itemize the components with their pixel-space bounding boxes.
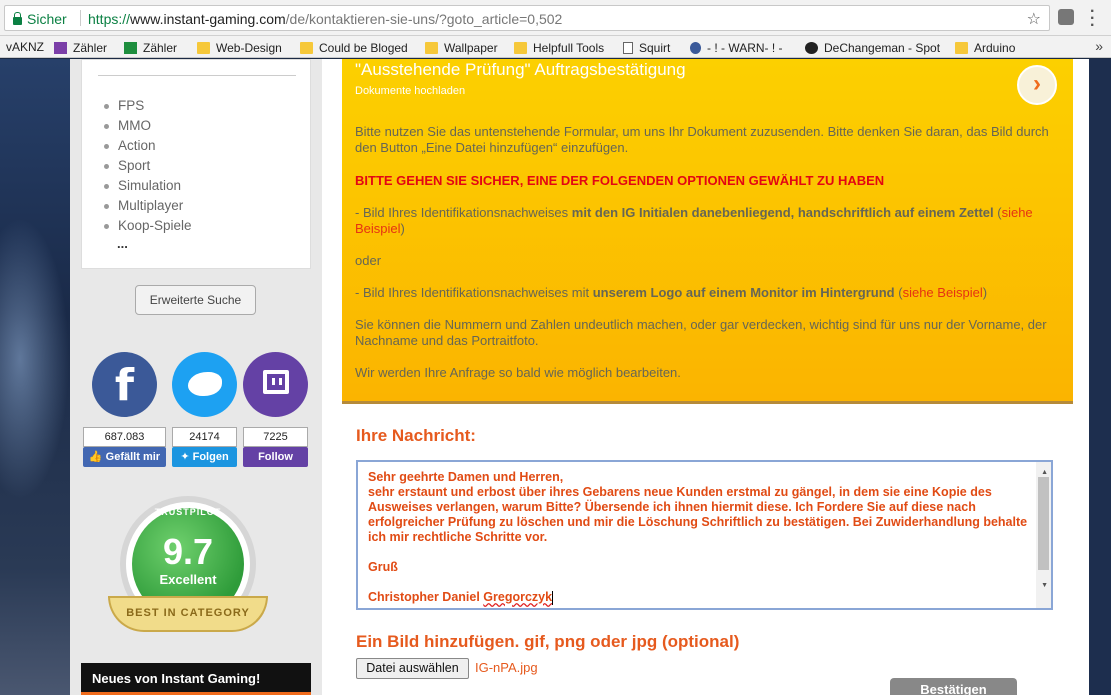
or-text: oder bbox=[355, 253, 382, 268]
sheet-icon bbox=[54, 42, 67, 54]
bookmark-zaehler-1[interactable]: Zähler bbox=[54, 40, 107, 55]
sidebar: FPS MMO Action Sport Simulation Multipla… bbox=[70, 59, 322, 695]
category-item[interactable]: MMO bbox=[104, 116, 192, 136]
folder-icon bbox=[955, 42, 968, 54]
background-artwork-right bbox=[1089, 59, 1111, 695]
text-cursor bbox=[552, 590, 554, 605]
intro-text: Bitte nutzen Sie das untenstehende Formu… bbox=[355, 124, 1049, 155]
bookmark-web-design[interactable]: Web-Design bbox=[197, 40, 282, 55]
privacy-text: Sie können die Nummern und Zahlen undeut… bbox=[355, 317, 1047, 348]
bookmark-squirt[interactable]: Squirt bbox=[623, 40, 670, 55]
advanced-search-button[interactable]: Erweiterte Suche bbox=[135, 285, 256, 315]
thumbs-up-icon: 👍 bbox=[88, 451, 103, 463]
twitter-button[interactable] bbox=[172, 352, 237, 417]
scroll-down-icon[interactable]: ▼ bbox=[1041, 578, 1048, 593]
selected-file-name: IG-nPA.jpg bbox=[475, 660, 538, 675]
bookmark-warn[interactable]: - ! - WARN- ! - bbox=[690, 40, 783, 55]
choose-file-button[interactable]: Datei auswählen bbox=[356, 658, 469, 679]
facebook-icon: f bbox=[114, 360, 135, 411]
chevron-right-icon: › bbox=[1033, 70, 1041, 97]
image-upload-label: Ein Bild hinzufügen. gif, png oder jpg (… bbox=[356, 632, 740, 651]
category-list: FPS MMO Action Sport Simulation Multipla… bbox=[104, 96, 192, 236]
bookmark-helpfull-tools[interactable]: Helpfull Tools bbox=[514, 40, 604, 55]
extension-icon[interactable] bbox=[1058, 9, 1074, 25]
bookmark-wallpaper[interactable]: Wallpaper bbox=[425, 40, 498, 55]
twitch-button[interactable] bbox=[243, 352, 308, 417]
category-item[interactable]: Simulation bbox=[104, 176, 192, 196]
sheet-icon bbox=[124, 42, 137, 54]
folder-icon bbox=[514, 42, 527, 54]
info-panel: "Ausstehende Prüfung" Auftragsbestätigun… bbox=[342, 59, 1073, 404]
news-heading: Neues von Instant Gaming! bbox=[81, 663, 311, 695]
category-item[interactable]: Action bbox=[104, 136, 192, 156]
badge-icon bbox=[690, 42, 701, 54]
category-item[interactable]: FPS bbox=[104, 96, 192, 116]
trustpilot-badge[interactable]: TRUSTPILOT 9.7 Excellent BEST IN CATEGOR… bbox=[105, 496, 277, 636]
folder-icon bbox=[425, 42, 438, 54]
facebook-like-button[interactable]: 👍 Gefällt mir bbox=[83, 447, 166, 467]
trustpilot-label: TRUSTPILOT bbox=[154, 507, 222, 517]
facebook-button[interactable]: f bbox=[92, 352, 157, 417]
bookmark-dechangeman[interactable]: DeChangeman - Spot bbox=[805, 40, 940, 55]
twitch-count: 7225 bbox=[243, 427, 308, 447]
folder-icon bbox=[300, 42, 313, 54]
next-arrow-button[interactable]: › bbox=[1017, 65, 1057, 105]
option-2: - Bild Ihres Identifikationsnachweises m… bbox=[355, 285, 988, 300]
example-link-2[interactable]: siehe Beispiel bbox=[903, 285, 983, 300]
bookmark-could-be-bloged[interactable]: Could be Bloged bbox=[300, 40, 408, 55]
panel-subtitle: Dokumente hochladen bbox=[355, 85, 466, 97]
trustpilot-rating: Excellent bbox=[159, 572, 217, 587]
bird-icon: ✦ bbox=[180, 451, 190, 463]
spotify-icon bbox=[805, 42, 818, 54]
address-bar: Sicher https://www.instant-gaming.com/de… bbox=[0, 0, 1111, 36]
warning-text: BITTE GEHEN SIE SICHER, EINE DER FOLGEND… bbox=[355, 173, 885, 188]
menu-icon[interactable]: · · · bbox=[1090, 4, 1095, 34]
category-box: FPS MMO Action Sport Simulation Multipla… bbox=[81, 59, 311, 269]
bookmarks-bar: vAKNZ Zähler Zähler Web-Design Could be … bbox=[0, 36, 1111, 58]
category-item[interactable]: Sport bbox=[104, 156, 192, 176]
textarea-scrollbar[interactable]: ▲ ▼ bbox=[1036, 462, 1051, 608]
message-label: Ihre Nachricht: bbox=[356, 426, 476, 445]
twitch-follow-button[interactable]: Follow bbox=[243, 447, 308, 467]
page-icon bbox=[623, 42, 633, 54]
message-textarea[interactable]: Sehr geehrte Damen und Herren, sehr erst… bbox=[356, 460, 1053, 610]
twitter-follow-button[interactable]: ✦ Folgen bbox=[172, 447, 237, 467]
secure-indicator[interactable]: Sicher bbox=[13, 11, 67, 27]
panel-title: "Ausstehende Prüfung" Auftragsbestätigun… bbox=[355, 60, 686, 79]
option-1: - Bild Ihres Identifikationsnachweises m… bbox=[355, 205, 1033, 236]
submit-button[interactable]: Bestätigen bbox=[890, 678, 1017, 695]
twitch-icon bbox=[263, 370, 289, 394]
bookmark-arduino[interactable]: Arduino bbox=[955, 40, 1015, 55]
bookmark-zaehler-2[interactable]: Zähler bbox=[124, 40, 177, 55]
scroll-thumb[interactable] bbox=[1038, 477, 1049, 570]
url-text[interactable]: https://www.instant-gaming.com/de/kontak… bbox=[88, 11, 562, 27]
facebook-count: 687.083 bbox=[83, 427, 166, 447]
twitter-count: 24174 bbox=[172, 427, 237, 447]
closing-text: Wir werden Ihre Anfrage so bald wie mögl… bbox=[355, 365, 681, 380]
trustpilot-score: 9.7 bbox=[162, 531, 214, 572]
folder-icon bbox=[197, 42, 210, 54]
bookmark-vaknz[interactable]: vAKNZ bbox=[6, 40, 44, 54]
bookmark-star-icon[interactable]: ☆ bbox=[1027, 9, 1041, 29]
category-item[interactable]: Koop-Spiele bbox=[104, 216, 192, 236]
more-bookmarks-icon[interactable]: » bbox=[1095, 38, 1103, 54]
main-content: "Ausstehende Prüfung" Auftragsbestätigun… bbox=[322, 59, 1089, 695]
more-categories-link[interactable]: ... bbox=[117, 236, 128, 251]
twitter-bird-icon bbox=[188, 372, 222, 396]
lock-icon bbox=[13, 12, 22, 25]
best-in-category-ribbon: BEST IN CATEGORY bbox=[108, 596, 268, 632]
category-item[interactable]: Multiplayer bbox=[104, 196, 192, 216]
url-field[interactable]: Sicher https://www.instant-gaming.com/de… bbox=[4, 5, 1050, 31]
